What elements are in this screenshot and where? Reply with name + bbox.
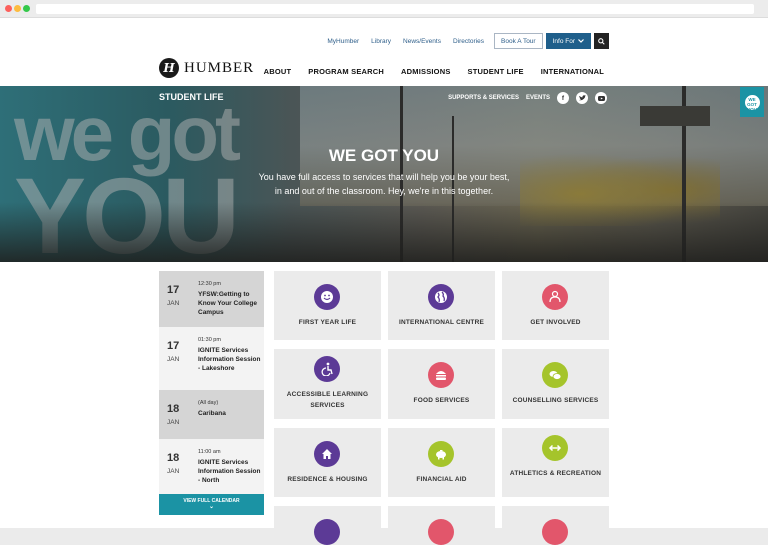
hero-ground-shadow	[0, 202, 768, 262]
event-item[interactable]: 17 JAN 12:30 pm YFSW:Getting to Know You…	[159, 271, 264, 327]
utility-bar: MyHumber Library News/Events Directories…	[315, 33, 609, 49]
house-icon	[314, 441, 340, 467]
chevron-down-icon: ⌄	[208, 504, 215, 510]
event-day: 18	[167, 452, 180, 464]
humber-logo-text: HUMBER	[184, 59, 255, 76]
service-label: INTERNATIONAL CENTRE	[398, 319, 484, 326]
nav-program-search[interactable]: PROGRAM SEARCH	[308, 67, 384, 76]
event-month: JAN	[167, 356, 180, 363]
badge-word: YOU	[747, 106, 757, 112]
twitter-bird-glyph	[578, 95, 586, 101]
we-got-you-side-tab[interactable]: WE GOT YOU	[740, 87, 764, 117]
service-card[interactable]	[274, 506, 381, 545]
hero-links: SUPPORTS & SERVICES EVENTS f	[448, 92, 607, 104]
humber-logo[interactable]: H HUMBER	[159, 58, 254, 78]
address-bar[interactable]	[36, 4, 754, 14]
directories-link[interactable]: Directories	[453, 38, 484, 45]
service-icon	[428, 519, 454, 545]
supports-services-link[interactable]: SUPPORTS & SERVICES	[448, 95, 519, 101]
event-item[interactable]: 18 JAN 11:00 am IGNITE Services Informat…	[159, 439, 264, 494]
service-card-get-involved[interactable]: GET INVOLVED	[502, 271, 609, 340]
service-label: ATHLETICS & RECREATION	[509, 470, 602, 477]
library-link[interactable]: Library	[371, 38, 391, 45]
service-card-counselling-services[interactable]: COUNSELLING SERVICES	[502, 349, 609, 419]
twitter-icon[interactable]	[576, 92, 588, 104]
youtube-icon[interactable]	[595, 92, 607, 104]
service-label: GET INVOLVED	[530, 319, 581, 326]
chevron-down-icon	[578, 39, 584, 43]
news-events-link[interactable]: News/Events	[403, 38, 441, 45]
nav-admissions[interactable]: ADMISSIONS	[401, 67, 451, 76]
people-icon	[542, 284, 568, 310]
event-title: IGNITE Services Information Session - La…	[198, 347, 261, 372]
section-title: STUDENT LIFE	[159, 92, 224, 102]
arrows-icon	[542, 435, 568, 461]
nav-student-life[interactable]: STUDENT LIFE	[468, 67, 524, 76]
event-time: (All day)	[198, 400, 219, 406]
service-label: COUNSELLING SERVICES	[512, 397, 599, 404]
service-card-financial-aid[interactable]: FINANCIAL AID	[388, 428, 495, 497]
event-title: IGNITE Services Information Session - No…	[198, 459, 261, 484]
main-nav: ABOUT PROGRAM SEARCH ADMISSIONS STUDENT …	[264, 67, 604, 76]
service-label: FINANCIAL AID	[416, 476, 467, 483]
event-item[interactable]: 18 JAN (All day) Caribana	[159, 390, 264, 439]
event-time: 01:30 pm	[198, 337, 221, 343]
service-card-first-year-life[interactable]: FIRST YEAR LIFE	[274, 271, 381, 340]
service-label: FOOD SERVICES	[413, 397, 470, 404]
event-month: JAN	[167, 419, 180, 426]
service-card-accessible-learning-services[interactable]: ACCESSIBLE LEARNING SERVICES	[274, 349, 381, 419]
piggy-bank-icon	[428, 441, 454, 467]
close-window-icon[interactable]	[5, 5, 12, 12]
view-full-calendar-button[interactable]: VIEW FULL CALENDAR ⌄	[159, 494, 264, 515]
info-for-label: Info For	[552, 37, 575, 45]
event-month: JAN	[167, 468, 180, 475]
info-for-button[interactable]: Info For	[545, 33, 591, 49]
maximize-window-icon[interactable]	[23, 5, 30, 12]
service-icon	[314, 519, 340, 545]
event-day: 18	[167, 403, 180, 415]
event-item[interactable]: 17 JAN 01:30 pm IGNITE Services Informat…	[159, 327, 264, 390]
event-day: 17	[167, 284, 180, 296]
hero-title: WE GOT YOU	[328, 146, 440, 165]
events-link[interactable]: EVENTS	[526, 95, 550, 101]
browser-window: MyHumber Library News/Events Directories…	[0, 0, 768, 545]
hero-description: You have full access to services that wi…	[258, 172, 510, 196]
service-label: FIRST YEAR LIFE	[298, 319, 357, 326]
burger-icon	[428, 362, 454, 388]
nav-about[interactable]: ABOUT	[264, 67, 292, 76]
facebook-icon[interactable]: f	[557, 92, 569, 104]
humber-logo-mark-icon: H	[159, 58, 179, 78]
smiley-icon	[314, 284, 340, 310]
service-label: RESIDENCE & HOUSING	[287, 476, 368, 483]
accessibility-icon	[314, 356, 340, 382]
youtube-play-glyph	[597, 95, 605, 101]
browser-chrome	[0, 0, 768, 18]
globe-icon	[428, 284, 454, 310]
events-list: 17 JAN 12:30 pm YFSW:Getting to Know You…	[159, 271, 264, 515]
service-card[interactable]	[502, 506, 609, 545]
event-time: 12:30 pm	[198, 281, 221, 287]
search-button[interactable]	[594, 33, 609, 49]
service-label: ACCESSIBLE LEARNING SERVICES	[286, 391, 369, 409]
minimize-window-icon[interactable]	[14, 5, 21, 12]
service-card-international-centre[interactable]: INTERNATIONAL CENTRE	[388, 271, 495, 340]
event-day: 17	[167, 340, 180, 352]
book-a-tour-button[interactable]: Book A Tour	[494, 33, 543, 49]
nav-international[interactable]: INTERNATIONAL	[541, 67, 604, 76]
service-icon	[542, 519, 568, 545]
hero-shelter	[640, 106, 710, 126]
service-card-athletics-recreation[interactable]: ATHLETICS & RECREATION	[502, 428, 609, 497]
event-title: Caribana	[198, 410, 226, 417]
event-time: 11:00 am	[198, 449, 221, 455]
service-card[interactable]	[388, 506, 495, 545]
we-got-you-badge-icon: WE GOT YOU	[744, 94, 760, 112]
chat-bubbles-icon	[542, 362, 568, 388]
search-icon	[598, 37, 605, 45]
service-card-residence-housing[interactable]: RESIDENCE & HOUSING	[274, 428, 381, 497]
event-month: JAN	[167, 300, 180, 307]
service-card-food-services[interactable]: FOOD SERVICES	[388, 349, 495, 419]
event-title: YFSW:Getting to Know Your College Campus	[198, 291, 257, 316]
myhumber-link[interactable]: MyHumber	[327, 38, 359, 45]
